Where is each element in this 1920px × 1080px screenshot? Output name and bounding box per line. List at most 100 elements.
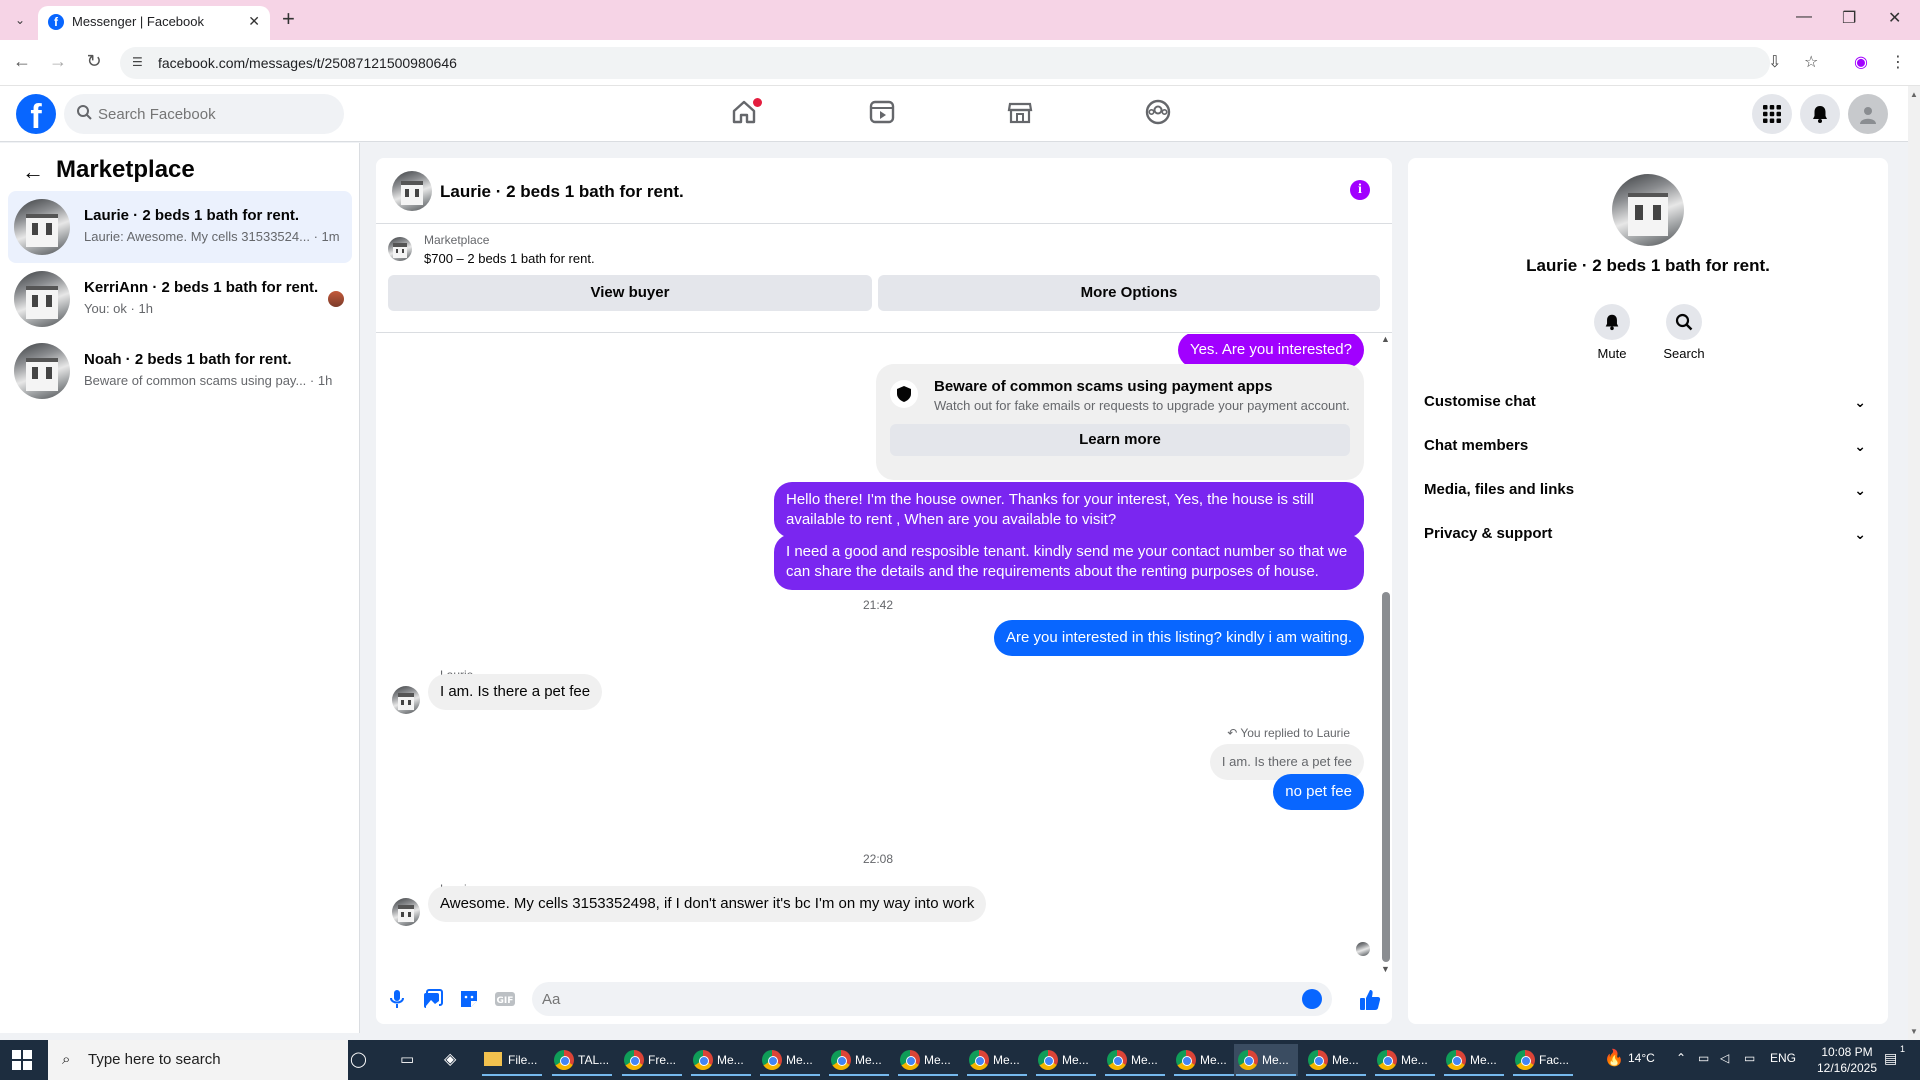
info-icon[interactable]: i [1350,180,1370,200]
taskbar-chrome-app-active[interactable]: Me... [1234,1044,1298,1076]
chat-avatar[interactable] [392,171,432,211]
scroll-up-icon[interactable]: ▲ [1381,334,1390,344]
section-customise-chat[interactable]: Customise chat ⌄ [1424,380,1872,424]
conversation-item-kerriann[interactable]: KerriAnn · 2 beds 1 bath for rent. You: … [8,263,352,335]
install-app-icon[interactable]: ⇩ [1768,52,1781,72]
back-arrow-icon[interactable]: ← [22,159,44,185]
taskbar-search-text[interactable]: Type here to search [88,1051,221,1068]
marketplace-icon[interactable] [1006,98,1038,130]
conversation-item-noah[interactable]: Noah · 2 beds 1 bath for rent. Beware of… [8,335,352,407]
search-in-chat-button[interactable]: Search [1654,304,1714,361]
more-options-button[interactable]: More Options [878,275,1380,311]
browser-menu-icon[interactable]: ⋮ [1890,52,1906,72]
groups-icon[interactable] [1144,98,1176,130]
taskbar-chrome-app[interactable]: Fre... [620,1044,682,1076]
taskbar-file-explorer[interactable]: File... [480,1044,542,1076]
temperature[interactable]: 14°C [1628,1051,1655,1065]
taskbar-chrome-app[interactable]: Me... [827,1044,889,1076]
taskbar-chrome-app[interactable]: Me... [1304,1044,1366,1076]
taskbar-chrome-app[interactable]: Me... [758,1044,820,1076]
thumbs-up-icon[interactable] [1358,988,1382,1012]
tab-search-chevron-icon[interactable]: ⌄ [10,10,30,30]
url-bar[interactable]: ☰ facebook.com/messages/t/25087121500980… [120,47,1770,79]
menu-grid-icon[interactable] [1752,94,1792,134]
profile-icon[interactable]: ◉ [1854,52,1868,72]
emoji-icon[interactable] [1302,989,1322,1009]
search-input[interactable] [98,94,338,134]
clock[interactable]: 10:08 PM 12/16/2025 [1812,1044,1882,1076]
profile-avatar[interactable] [1612,174,1684,246]
page-scrollbar[interactable]: ▲ ▼ [1908,86,1920,1040]
restore-icon[interactable]: ❐ [1842,8,1856,28]
message-outgoing[interactable]: no pet fee [1273,774,1364,810]
sticker-icon[interactable] [458,988,480,1010]
task-view-icon[interactable]: ▭ [400,1050,414,1068]
video-icon[interactable] [868,98,900,130]
taskbar-search[interactable]: ⌕ Type here to search [48,1040,348,1080]
message-outgoing[interactable]: Yes. Are you interested? [1177,334,1364,368]
forward-icon[interactable]: → [46,51,70,72]
home-icon[interactable] [730,98,762,130]
page-scroll-up-icon[interactable]: ▲ [1910,90,1918,99]
taskbar-chrome-app[interactable]: Me... [896,1044,958,1076]
taskbar-chrome-app[interactable]: Me... [1172,1044,1234,1076]
scroll-down-icon[interactable]: ▼ [1381,964,1390,974]
notification-center-icon[interactable]: ▤ [1884,1050,1897,1067]
taskbar-chrome-app[interactable]: Me... [1103,1044,1165,1076]
back-icon[interactable]: ← [10,51,34,72]
section-chat-members[interactable]: Chat members ⌄ [1424,424,1872,468]
device-icon[interactable]: ▭ [1698,1051,1709,1065]
learn-more-button[interactable]: Learn more [890,424,1350,456]
sender-avatar[interactable] [392,686,420,714]
message-outgoing[interactable]: I need a good and resposible tenant. kin… [774,534,1364,590]
taskbar-chrome-app[interactable]: Me... [1442,1044,1504,1076]
minimize-icon[interactable]: — [1796,8,1812,26]
close-tab-icon[interactable]: ✕ [248,13,260,30]
reload-icon[interactable]: ↻ [82,51,106,72]
photo-icon[interactable] [422,988,444,1010]
message-incoming[interactable]: Awesome. My cells 3153352498, if I don't… [428,886,987,922]
taskbar-chrome-app[interactable]: Me... [1034,1044,1096,1076]
site-info-icon[interactable]: ☰ [132,55,148,71]
thread-scrollbar[interactable]: ▲ ▼ [1380,334,1392,974]
facebook-logo[interactable]: f [16,94,56,136]
taskbar-chrome-app[interactable]: TAL... [550,1044,612,1076]
url-text[interactable]: facebook.com/messages/t/2508712150098064… [158,55,457,71]
section-media-files-links[interactable]: Media, files and links ⌄ [1424,468,1872,512]
page-scroll-down-icon[interactable]: ▼ [1910,1027,1918,1036]
windows-start-icon[interactable] [12,1050,32,1070]
message-outgoing[interactable]: Are you interested in this listing? kind… [994,620,1364,656]
listing-price[interactable]: $700 – 2 beds 1 bath for rent. [424,251,595,266]
avatar[interactable] [1848,94,1888,134]
message-incoming[interactable]: I am. Is there a pet fee [428,674,603,710]
chat-title[interactable]: Laurie · 2 beds 1 bath for rent. [440,182,684,202]
app-icon[interactable]: ◈ [444,1049,456,1069]
message-outgoing[interactable]: Hello there! I'm the house owner. Thanks… [774,482,1364,538]
conversation-item-laurie[interactable]: Laurie · 2 beds 1 bath for rent. Laurie:… [8,191,352,263]
bookmark-star-icon[interactable]: ☆ [1804,52,1818,72]
tray-chevron-icon[interactable]: ⌃ [1676,1051,1686,1065]
message-input[interactable] [542,982,1282,1016]
taskbar-chrome-app[interactable]: Me... [1373,1044,1435,1076]
taskbar-chrome-app[interactable]: Fac... [1511,1044,1573,1076]
message-input-box[interactable] [532,982,1332,1016]
taskbar-chrome-app[interactable]: Me... [689,1044,751,1076]
section-privacy-support[interactable]: Privacy & support ⌄ [1424,512,1872,556]
taskbar-chrome-app[interactable]: Me... [965,1044,1027,1076]
language-indicator[interactable]: ENG [1770,1051,1796,1065]
bell-icon[interactable] [1800,94,1840,134]
gif-icon[interactable]: GIF [494,988,516,1010]
new-tab-button[interactable]: + [282,8,295,30]
view-buyer-button[interactable]: View buyer [388,275,872,311]
browser-tab[interactable]: f Messenger | Facebook ✕ [38,6,270,40]
network-icon[interactable]: ▭ [1744,1051,1755,1065]
volume-icon[interactable]: ◁ [1720,1051,1729,1065]
mute-button[interactable]: Mute [1582,304,1642,361]
facebook-search[interactable] [64,94,344,134]
cortana-icon[interactable]: ◯ [350,1050,367,1068]
scroll-thumb[interactable] [1382,592,1390,962]
weather-icon[interactable]: 🔥 [1604,1048,1624,1068]
sender-avatar[interactable] [392,898,420,926]
microphone-icon[interactable] [386,988,408,1010]
close-window-icon[interactable]: ✕ [1888,8,1901,28]
